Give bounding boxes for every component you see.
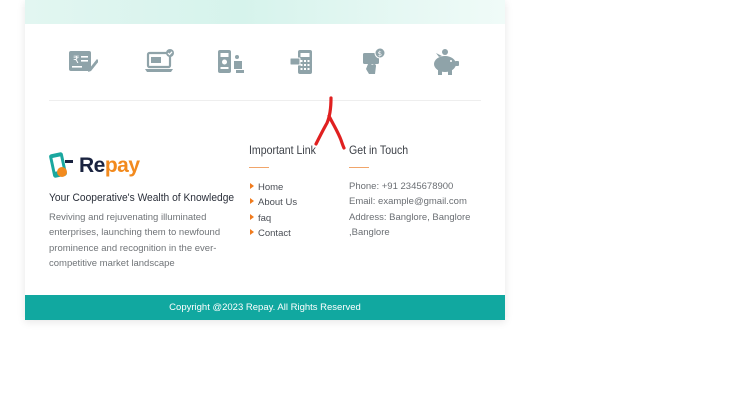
mobile-banking-icon: [218, 50, 244, 73]
link-about-us[interactable]: About Us: [249, 195, 297, 210]
copyright-bar: Copyright @2023 Repay. All Rights Reserv…: [25, 295, 505, 320]
brand-tagline: Your Cooperative's Wealth of Knowledge: [49, 192, 235, 204]
link-contact[interactable]: Contact: [249, 226, 297, 241]
logo-wordmark[interactable]: Repay: [79, 154, 140, 178]
logo-text-pay: pay: [104, 154, 140, 177]
piggy-bank-savings-icon: [434, 49, 459, 75]
logo-text-re: Re: [79, 154, 105, 177]
loan-document-rupee-icon: ₹: [69, 51, 98, 72]
footer-card: ₹ $ Repay Your Cooperative's Wealth of K…: [25, 0, 505, 320]
online-payment-laptop-icon: [145, 49, 174, 72]
section-divider: [49, 100, 481, 101]
hero-bottom-strip: [25, 0, 505, 24]
svg-text:$: $: [378, 50, 382, 58]
get-in-touch-title: Get in Touch: [349, 143, 409, 157]
contact-info: Phone: +91 2345678900 Email: example@gma…: [349, 179, 489, 240]
important-links-title: Important Link: [249, 143, 316, 157]
important-links-underline: [249, 167, 269, 168]
brand-description: Reviving and rejuvenating illuminated en…: [49, 212, 221, 269]
contact-email: Email: example@gmail.com: [349, 196, 467, 208]
contact-address: Address: Banglore, Banglore ,Banglore: [349, 211, 471, 238]
contact-phone: Phone: +91 2345678900: [349, 181, 454, 192]
svg-text:₹: ₹: [73, 55, 79, 66]
link-faq[interactable]: faq: [249, 211, 297, 226]
get-in-touch-underline: [349, 167, 369, 168]
tap-to-pay-coin-icon: $: [363, 47, 386, 74]
link-home[interactable]: Home: [249, 180, 297, 195]
card-payment-terminal-icon: [289, 50, 312, 74]
feature-icon-row: ₹ $: [25, 47, 505, 77]
important-links-list: Home About Us faq Contact: [249, 180, 297, 241]
